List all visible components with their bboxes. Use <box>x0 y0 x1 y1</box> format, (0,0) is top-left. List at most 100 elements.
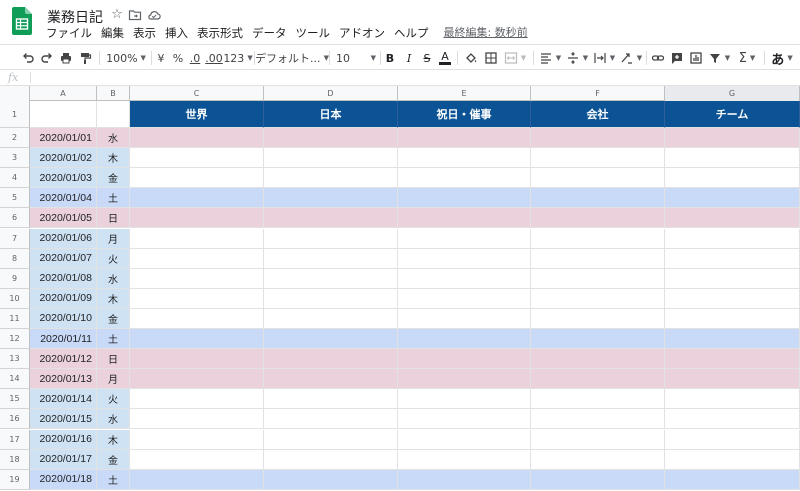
cell[interactable] <box>264 449 398 470</box>
cell[interactable] <box>398 208 531 229</box>
row-header[interactable]: 10 <box>0 288 30 309</box>
column-header-e[interactable]: E <box>398 86 531 101</box>
cell[interactable] <box>130 329 264 350</box>
cell[interactable] <box>531 329 665 350</box>
cell[interactable] <box>665 469 800 490</box>
weekday-cell[interactable]: 水 <box>97 268 130 289</box>
cell[interactable] <box>264 128 398 149</box>
cell[interactable] <box>264 148 398 169</box>
cell[interactable] <box>665 389 800 410</box>
cell[interactable] <box>398 188 531 209</box>
menu-item[interactable]: ファイル <box>46 25 92 41</box>
column-header-c[interactable]: C <box>130 86 264 101</box>
cell[interactable] <box>264 429 398 450</box>
cell[interactable] <box>264 188 398 209</box>
menu-item[interactable]: 編集 <box>101 25 124 41</box>
weekday-cell[interactable]: 日 <box>97 208 130 229</box>
cell[interactable] <box>130 128 264 149</box>
cell[interactable] <box>665 168 800 189</box>
more-formats-select[interactable]: 123 ▼ <box>223 48 252 68</box>
cell[interactable] <box>130 288 264 309</box>
weekday-cell[interactable]: 水 <box>97 128 130 149</box>
row-header[interactable]: 13 <box>0 349 30 370</box>
cell[interactable] <box>665 369 800 390</box>
column-header-a[interactable]: A <box>30 86 97 101</box>
cell[interactable] <box>264 389 398 410</box>
cell[interactable] <box>130 429 264 450</box>
cell[interactable] <box>130 308 264 329</box>
strikethrough-button[interactable]: S <box>420 48 434 68</box>
cell[interactable] <box>30 101 97 128</box>
weekday-cell[interactable]: 金 <box>97 449 130 470</box>
currency-format-button[interactable]: ¥ <box>154 48 168 68</box>
weekday-cell[interactable]: 土 <box>97 469 130 490</box>
row-header[interactable]: 7 <box>0 228 30 249</box>
cell[interactable] <box>531 409 665 430</box>
row-header[interactable]: 8 <box>0 248 30 269</box>
row-header[interactable]: 4 <box>0 168 30 189</box>
cell[interactable] <box>130 208 264 229</box>
cell[interactable] <box>264 208 398 229</box>
cell[interactable] <box>398 409 531 430</box>
date-cell[interactable]: 2020/01/12 <box>30 349 97 370</box>
cell[interactable] <box>398 429 531 450</box>
cell[interactable] <box>531 248 665 269</box>
menu-item[interactable]: アドオン <box>339 25 385 41</box>
header-cell[interactable]: 祝日・催事 <box>398 101 531 128</box>
menu-item[interactable]: 表示形式 <box>197 25 243 41</box>
date-cell[interactable]: 2020/01/08 <box>30 268 97 289</box>
cell[interactable] <box>665 409 800 430</box>
last-edit-link[interactable]: 最終編集: 数秒前 <box>444 25 528 41</box>
column-header-g[interactable]: G <box>665 86 800 101</box>
menu-item[interactable]: 挿入 <box>165 25 188 41</box>
cell[interactable] <box>264 308 398 329</box>
borders-icon[interactable] <box>483 48 499 68</box>
row-header[interactable]: 11 <box>0 308 30 329</box>
italic-button[interactable]: I <box>402 48 416 68</box>
row-header[interactable]: 16 <box>0 409 30 430</box>
weekday-cell[interactable]: 月 <box>97 228 130 249</box>
text-color-button[interactable]: A <box>438 48 452 68</box>
cell[interactable] <box>398 469 531 490</box>
cell[interactable] <box>130 248 264 269</box>
cell[interactable] <box>398 349 531 370</box>
cell[interactable] <box>130 389 264 410</box>
sheets-logo-icon[interactable] <box>12 7 32 35</box>
decrease-decimal-button[interactable]: .0 <box>186 48 204 68</box>
cell[interactable] <box>130 148 264 169</box>
cell[interactable] <box>665 288 800 309</box>
weekday-cell[interactable]: 土 <box>97 329 130 350</box>
cell[interactable] <box>130 349 264 370</box>
cell[interactable] <box>398 449 531 470</box>
cell[interactable] <box>665 329 800 350</box>
spreadsheet-grid[interactable]: ABCDEFG 1 世界 日本 祝日・催事 会社 チーム 2 2020/01/01 水 3 2020… <box>0 86 800 491</box>
cell[interactable] <box>665 268 800 289</box>
date-cell[interactable]: 2020/01/14 <box>30 389 97 410</box>
insert-chart-icon[interactable] <box>688 48 704 68</box>
cell[interactable] <box>531 369 665 390</box>
cell[interactable] <box>531 208 665 229</box>
cell[interactable] <box>264 268 398 289</box>
insert-link-icon[interactable] <box>650 48 666 68</box>
cell[interactable] <box>264 248 398 269</box>
cell[interactable] <box>531 268 665 289</box>
cell[interactable] <box>665 248 800 269</box>
cell[interactable] <box>130 369 264 390</box>
horizontal-align-icon[interactable]: ▼ <box>538 48 562 68</box>
weekday-cell[interactable]: 土 <box>97 188 130 209</box>
weekday-cell[interactable]: 水 <box>97 409 130 430</box>
percent-format-button[interactable]: % <box>171 48 185 68</box>
cell[interactable] <box>531 188 665 209</box>
weekday-cell[interactable]: 火 <box>97 389 130 410</box>
cell[interactable] <box>665 208 800 229</box>
cell[interactable] <box>264 469 398 490</box>
insert-comment-icon[interactable] <box>669 48 685 68</box>
cell[interactable] <box>665 128 800 149</box>
row-header[interactable]: 18 <box>0 449 30 470</box>
weekday-cell[interactable]: 木 <box>97 148 130 169</box>
row-header[interactable]: 12 <box>0 329 30 350</box>
filter-icon[interactable]: ▼ <box>707 48 731 68</box>
cell[interactable] <box>531 288 665 309</box>
row-header[interactable]: 9 <box>0 268 30 289</box>
undo-icon[interactable] <box>20 48 36 68</box>
